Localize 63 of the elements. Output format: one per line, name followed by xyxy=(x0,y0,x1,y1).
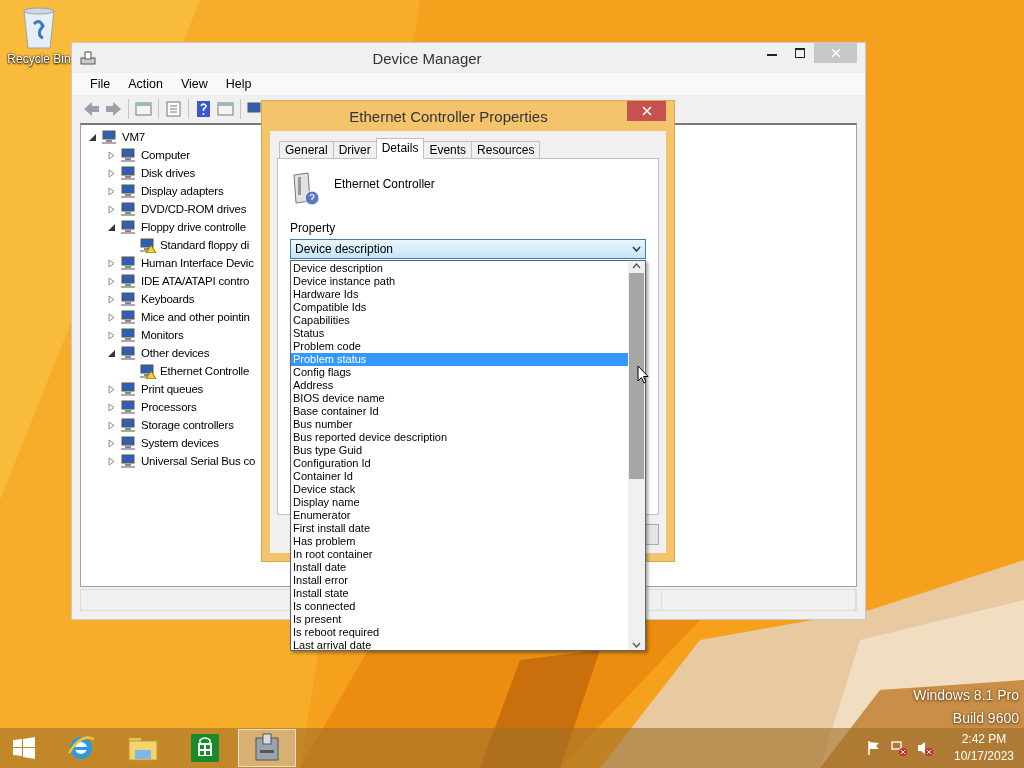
tab[interactable]: Resources xyxy=(471,141,541,159)
dropdown-option[interactable]: Base container Id xyxy=(291,405,628,418)
dropdown-option[interactable]: Hardware Ids xyxy=(291,288,628,301)
menu-item[interactable]: View xyxy=(172,75,216,93)
dialog-title: Ethernet Controller Properties xyxy=(348,107,549,125)
menu-item[interactable]: Action xyxy=(120,75,171,93)
dropdown-option[interactable]: Compatible Ids xyxy=(291,301,628,314)
dropdown-option[interactable]: Address xyxy=(291,379,628,392)
tree-item[interactable]: Storage controllers xyxy=(141,419,234,431)
tree-item[interactable]: Monitors xyxy=(141,329,184,341)
window-title: Device Manager xyxy=(371,49,483,67)
menu-item[interactable]: Help xyxy=(217,75,260,93)
dropdown-option[interactable]: In root container xyxy=(291,548,628,561)
dropdown-option[interactable]: Install state xyxy=(291,587,628,600)
dropdown-option[interactable]: Last arrival date xyxy=(291,639,628,652)
tree-item[interactable]: Processors xyxy=(141,401,197,413)
tree-item[interactable]: Display adapters xyxy=(141,185,224,197)
tree-item[interactable]: System devices xyxy=(141,437,219,449)
property-dropdown[interactable]: Device description xyxy=(290,239,646,259)
dropdown-option[interactable]: Status xyxy=(291,327,628,340)
tab[interactable]: General xyxy=(279,141,334,159)
dropdown-option[interactable]: Bus type Guid xyxy=(291,444,628,457)
tree-item[interactable]: IDE ATA/ATAPI contro xyxy=(141,275,250,287)
tree-item[interactable]: Mice and other pointin xyxy=(141,311,250,323)
dropdown-option[interactable]: Display name xyxy=(291,496,628,509)
device-name: Ethernet Controller xyxy=(334,177,435,191)
dropdown-option[interactable]: Is present xyxy=(291,613,628,626)
tree-item[interactable]: Human Interface Devic xyxy=(141,257,254,269)
dropdown-option[interactable]: Container Id xyxy=(291,470,628,483)
tree-item[interactable]: DVD/CD-ROM drives xyxy=(141,203,247,215)
tree-item[interactable]: Keyboards xyxy=(141,293,195,305)
edition-text: Build 9600 xyxy=(952,710,1019,726)
dropdown-option[interactable]: Enumerator xyxy=(291,509,628,522)
dropdown-option[interactable]: Device stack xyxy=(291,483,628,496)
dropdown-option[interactable]: Device instance path xyxy=(291,275,628,288)
dropdown-option[interactable]: Install date xyxy=(291,561,628,574)
property-label: Property xyxy=(290,221,337,235)
dropdown-option[interactable]: Problem code xyxy=(291,340,628,353)
dropdown-option[interactable]: Has problem xyxy=(291,535,628,548)
dropdown-option[interactable]: Capabilities xyxy=(291,314,628,327)
tree-item[interactable]: Other devices xyxy=(141,347,210,359)
dropdown-option[interactable]: Is connected xyxy=(291,600,628,613)
tree-item[interactable]: Ethernet Controlle xyxy=(160,365,250,377)
edition-text: Windows 8.1 Pro xyxy=(913,687,1019,703)
dropdown-option[interactable]: Device description xyxy=(291,262,628,275)
dropdown-option[interactable]: Bus reported device description xyxy=(291,431,628,444)
clock[interactable]: 2:42 PM 10/17/2023 xyxy=(956,731,1012,765)
tree-item[interactable]: VM7 xyxy=(122,131,146,143)
dropdown-option[interactable]: First install date xyxy=(291,522,628,535)
menu-item[interactable]: File xyxy=(82,75,119,93)
tree-item[interactable]: Standard floppy di xyxy=(160,239,250,251)
dropdown-option[interactable]: Configuration Id xyxy=(291,457,628,470)
tree-item[interactable]: Disk drives xyxy=(141,167,196,179)
tree-item[interactable]: Computer xyxy=(141,149,190,161)
tree-item[interactable]: Floppy drive controlle xyxy=(141,221,246,233)
dropdown-option[interactable]: Is reboot required xyxy=(291,626,628,639)
tree-item[interactable]: Universal Serial Bus co xyxy=(141,455,256,467)
tab[interactable]: Details xyxy=(375,138,425,159)
dropdown-option[interactable]: Config flags xyxy=(291,366,628,379)
dropdown-option[interactable]: Install error xyxy=(291,574,628,587)
dropdown-option[interactable]: BIOS device name xyxy=(291,392,628,405)
dropdown-option[interactable]: Bus number xyxy=(291,418,628,431)
tree-item[interactable]: Print queues xyxy=(141,383,204,395)
